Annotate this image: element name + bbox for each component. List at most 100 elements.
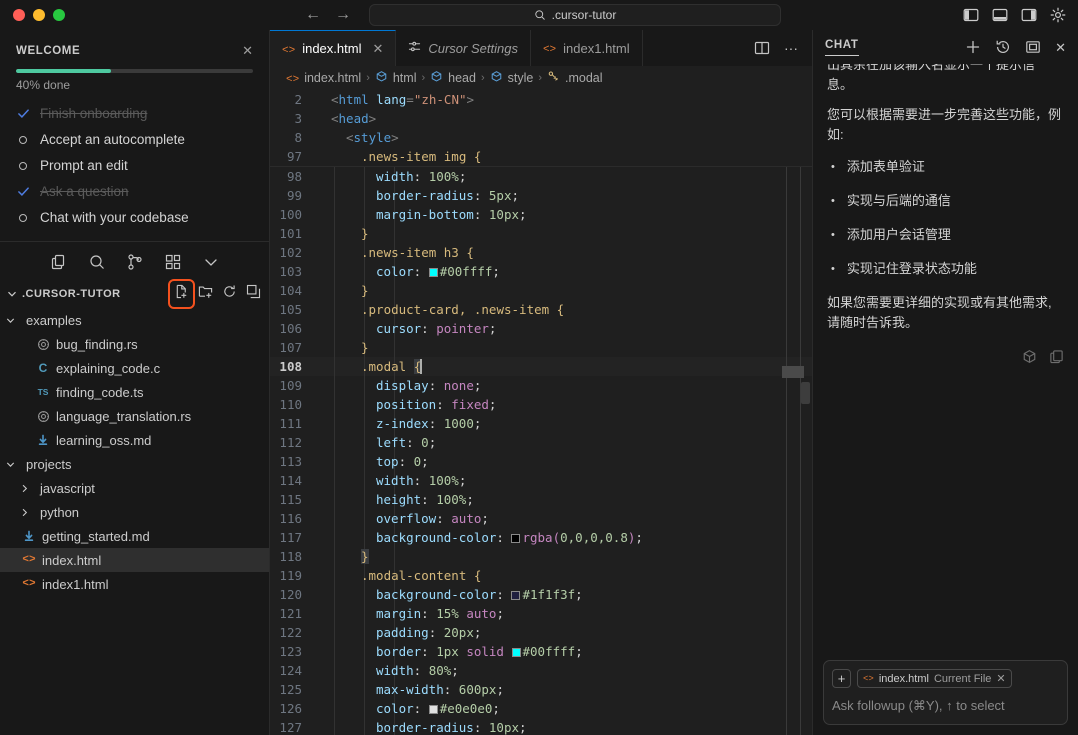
context-chip-current-file[interactable]: <> index.html Current File ✕	[857, 669, 1012, 688]
code-line[interactable]: 116 overflow: auto;	[270, 509, 812, 528]
explorer-icon[interactable]	[50, 253, 68, 271]
onboarding-task[interactable]: Chat with your codebase	[16, 210, 253, 225]
close-tab-icon[interactable]: ✕	[372, 41, 383, 57]
code-line[interactable]: 99 border-radius: 5px;	[270, 186, 812, 205]
code-lines[interactable]: 2 <html lang="zh-CN"> 3 <head> 8 <style> 97 .ne…	[270, 90, 812, 735]
code-line[interactable]: 105 .product-card, .news-item {	[270, 300, 812, 319]
chat-input-placeholder[interactable]: Ask followup (⌘Y), ↑ to select	[832, 698, 1059, 714]
breadcrumb-item[interactable]: <> index.html	[286, 71, 361, 86]
code-line[interactable]: 108 .modal {	[270, 357, 812, 376]
split-editor-icon[interactable]	[754, 40, 770, 56]
onboarding-task[interactable]: Finish onboarding	[16, 106, 253, 121]
code-line[interactable]: 103 color: #00ffff;	[270, 262, 812, 281]
tree-file[interactable]: <> index1.html	[0, 572, 269, 596]
code-line[interactable]: 109 display: none;	[270, 376, 812, 395]
code-line[interactable]: 119 .modal-content {	[270, 566, 812, 585]
toggle-primary-sidebar-icon[interactable]	[963, 7, 979, 23]
file-tree[interactable]: examples bug_finding.rs Cexplaining_code.c…	[0, 306, 269, 735]
chevron-down-icon[interactable]	[6, 288, 18, 300]
scrollbar-thumb[interactable]	[801, 382, 810, 404]
tree-folder[interactable]: python	[0, 500, 269, 524]
tree-file[interactable]: Cexplaining_code.c	[0, 356, 269, 380]
code-line[interactable]: 112 left: 0;	[270, 433, 812, 452]
chevron-down-icon[interactable]	[202, 253, 220, 271]
tree-folder[interactable]: javascript	[0, 476, 269, 500]
code-line[interactable]: 117 background-color: rgba(0,0,0,0.8);	[270, 528, 812, 547]
code-line[interactable]: 8 <style>	[270, 128, 812, 147]
editor-tab[interactable]: <> index.html ✕	[270, 30, 397, 66]
command-search-bar[interactable]: .cursor-tutor	[369, 4, 781, 26]
tree-file[interactable]: <> index.html	[0, 548, 269, 572]
editor-scrollbar[interactable]	[778, 90, 812, 735]
onboarding-task[interactable]: Ask a question	[16, 184, 253, 199]
code-line[interactable]: 111 z-index: 1000;	[270, 414, 812, 433]
code-line[interactable]: 118}	[270, 547, 812, 566]
refresh-icon[interactable]	[222, 284, 237, 304]
remove-context-icon[interactable]: ✕	[996, 672, 1005, 685]
add-context-button[interactable]: +	[832, 669, 851, 688]
code-editor[interactable]: 2 <html lang="zh-CN"> 3 <head> 8 <style> 97 .ne…	[270, 90, 812, 735]
minimize-window-button[interactable]	[33, 9, 45, 21]
code-line[interactable]: 121 margin: 15% auto;	[270, 604, 812, 623]
code-line[interactable]: 2 <html lang="zh-CN">	[270, 90, 812, 109]
editor-tab[interactable]: <> index1.html	[530, 30, 643, 66]
code-line[interactable]: 124 width: 80%;	[270, 661, 812, 680]
new-file-icon[interactable]	[168, 279, 195, 309]
code-line[interactable]: 101}	[270, 224, 812, 243]
maximize-window-button[interactable]	[53, 9, 65, 21]
fold-marker[interactable]	[782, 366, 804, 378]
close-icon[interactable]: ✕	[242, 44, 253, 57]
code-line[interactable]: 123 border: 1px solid #00ffff;	[270, 642, 812, 661]
copy-icon[interactable]	[1049, 349, 1064, 364]
code-line[interactable]: 120 background-color: #1f1f3f;	[270, 585, 812, 604]
close-icon[interactable]: ✕	[1055, 41, 1066, 54]
tree-file[interactable]: bug_finding.rs	[0, 332, 269, 356]
code-line[interactable]: 126 color: #e0e0e0;	[270, 699, 812, 718]
code-line[interactable]: 100 margin-bottom: 10px;	[270, 205, 812, 224]
onboarding-task[interactable]: Prompt an edit	[16, 158, 253, 173]
code-line[interactable]: 110 position: fixed;	[270, 395, 812, 414]
code-line[interactable]: 113 top: 0;	[270, 452, 812, 471]
explorer-header[interactable]: .CURSOR-TUTOR	[0, 279, 269, 309]
toggle-panel-icon[interactable]	[992, 7, 1008, 23]
back-arrow-icon[interactable]: ←	[305, 7, 321, 23]
code-line[interactable]: 106 cursor: pointer;	[270, 319, 812, 338]
code-line[interactable]: 97 .news-item img {	[270, 147, 812, 166]
tree-folder[interactable]: examples	[0, 308, 269, 332]
tree-folder[interactable]: projects	[0, 452, 269, 476]
code-line[interactable]: 115 height: 100%;	[270, 490, 812, 509]
code-line[interactable]: 125 max-width: 600px;	[270, 680, 812, 699]
more-actions-icon[interactable]: ···	[784, 41, 798, 55]
source-control-icon[interactable]	[126, 253, 144, 271]
forward-arrow-icon[interactable]: →	[335, 7, 351, 23]
breadcrumb-item[interactable]: .modal	[547, 70, 603, 86]
code-line[interactable]: 127 border-radius: 10px;	[270, 718, 812, 735]
gear-icon[interactable]	[1050, 7, 1066, 23]
tree-file[interactable]: TS finding_code.ts	[0, 380, 269, 404]
code-line[interactable]: 3 <head>	[270, 109, 812, 128]
editor-tab[interactable]: Cursor Settings	[396, 30, 531, 66]
tree-file[interactable]: language_translation.rs	[0, 404, 269, 428]
code-line[interactable]: 104}	[270, 281, 812, 300]
toggle-secondary-sidebar-icon[interactable]	[1021, 7, 1037, 23]
chat-input-box[interactable]: + <> index.html Current File ✕ Ask follo…	[823, 660, 1068, 725]
new-folder-icon[interactable]	[198, 284, 213, 304]
extensions-icon[interactable]	[164, 253, 182, 271]
tree-file[interactable]: getting_started.md	[0, 524, 269, 548]
history-icon[interactable]	[995, 39, 1011, 55]
model-cube-icon[interactable]	[1022, 349, 1037, 364]
breadcrumb-item[interactable]: head	[430, 70, 476, 86]
close-window-button[interactable]	[13, 9, 25, 21]
tree-file[interactable]: learning_oss.md	[0, 428, 269, 452]
code-line[interactable]: 114 width: 100%;	[270, 471, 812, 490]
collapse-all-icon[interactable]	[246, 284, 261, 304]
code-line[interactable]: 107}	[270, 338, 812, 357]
code-line[interactable]: 102 .news-item h3 {	[270, 243, 812, 262]
maximize-icon[interactable]	[1025, 39, 1041, 55]
new-chat-icon[interactable]	[965, 39, 981, 55]
onboarding-task[interactable]: Accept an autocomplete	[16, 132, 253, 147]
search-icon[interactable]	[88, 253, 106, 271]
code-line[interactable]: 122 padding: 20px;	[270, 623, 812, 642]
breadcrumb-item[interactable]: html	[375, 70, 416, 86]
breadcrumb-item[interactable]: style	[490, 70, 533, 86]
